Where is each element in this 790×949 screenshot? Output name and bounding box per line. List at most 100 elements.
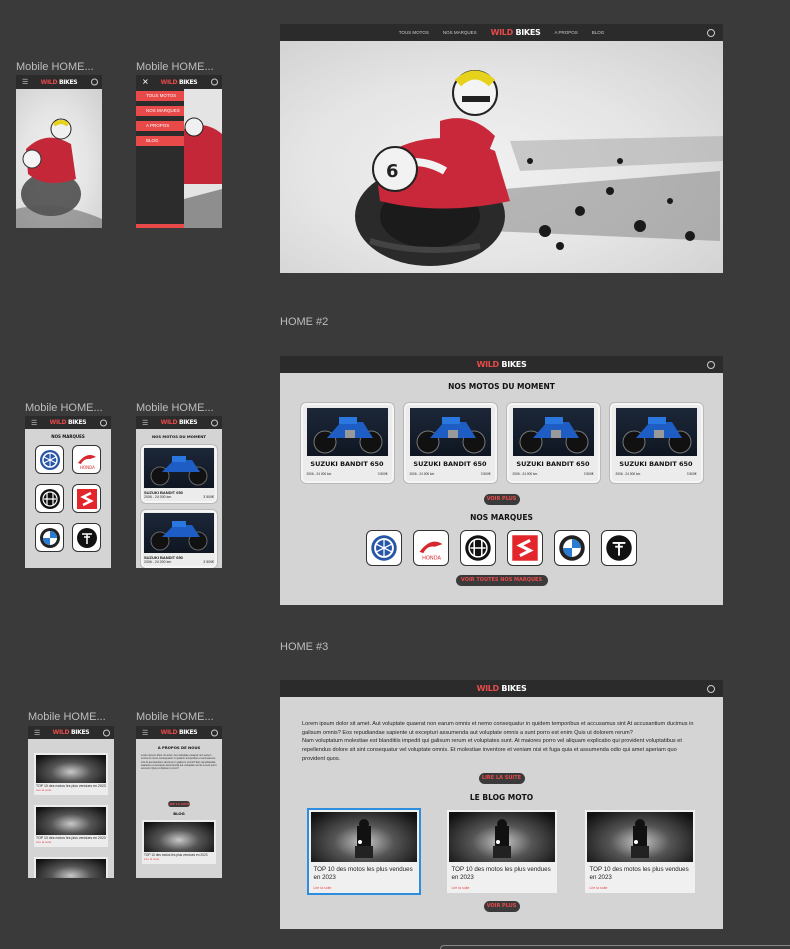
user-icon[interactable] (211, 729, 218, 736)
desktop-header: WILD BIKES (280, 356, 723, 373)
hero-image (16, 89, 102, 228)
moto-card[interactable]: SUZUKI BANDIT 650 2006 - 24 000 km 3 500€ (299, 402, 395, 484)
nav-link-motos[interactable]: TOUS MOTOS (399, 30, 429, 35)
blog-photo (448, 812, 555, 863)
nav-link-apropos[interactable]: A PROPOS (554, 30, 577, 35)
moto-name: SUZUKI BANDIT 650 (310, 460, 384, 468)
blog-link[interactable]: Lire la suite (314, 886, 414, 890)
moto-card[interactable]: SUZUKI BANDIT 650 2006 - 24 000 km 3 500€ (608, 402, 704, 484)
mobile-header: ☰ WILD BIKES (136, 416, 222, 429)
triumph-logo-icon[interactable] (72, 523, 101, 552)
voir-plus-blog-button[interactable]: VOIR PLUS (483, 901, 520, 913)
menu-icon[interactable]: ☰ (142, 729, 148, 737)
blog-card[interactable] (34, 857, 108, 878)
moto-photo (512, 408, 594, 456)
blog-card[interactable]: TOP 10 des motos les plus vendues en 202… (34, 753, 108, 795)
nav-link-blog[interactable]: BLOG (592, 30, 605, 35)
blog-link[interactable]: Lire la suite (36, 788, 106, 792)
blog-card[interactable]: TOP 10 des motos les plus vendues en 202… (446, 810, 557, 894)
blog-photo (310, 812, 417, 863)
honda-logo-icon[interactable]: HONDA (72, 445, 101, 474)
logo[interactable]: WILD BIKES (50, 419, 87, 426)
moto-card[interactable]: SUZUKI BANDIT 650 2006 - 24 000 km 3 500€ (140, 509, 218, 568)
user-icon[interactable] (211, 419, 218, 426)
blog-card[interactable]: TOP 10 des motos les plus vendues en 202… (34, 805, 108, 847)
mobile-frame-home1: ☰ WILD BIKES (16, 75, 102, 228)
desktop-frame-home1: TOUS MOTOS NOS MARQUES WILD BIKES A PROP… (280, 24, 723, 273)
moto-name: SUZUKI BANDIT 650 (413, 460, 487, 468)
moto-meta: 2006 - 24 000 km (409, 472, 435, 476)
menu-icon[interactable]: ☰ (34, 729, 40, 737)
blog-card[interactable]: TOP 10 des motos les plus vendues en 202… (142, 820, 216, 864)
user-icon[interactable] (707, 28, 715, 37)
bmw-logo-icon[interactable] (554, 530, 590, 566)
about-paragraph-2: Nam voluptatum molestiae est blanditiis … (302, 738, 682, 762)
menu-icon[interactable]: ☰ (22, 78, 28, 86)
blog-card[interactable]: TOP 10 des motos les plus vendues en 202… (584, 810, 695, 894)
menu-item-marques[interactable]: NOS MARQUES (136, 106, 184, 116)
lire-la-suite-button[interactable]: LIRE LA SUITE (478, 773, 525, 785)
moto-meta: 2006 - 24 000 km (144, 495, 172, 499)
logo[interactable]: WILD BIKES (477, 360, 527, 369)
blog-link[interactable]: Lire la suite (36, 840, 106, 844)
blog-link[interactable]: Lire la suite (590, 886, 690, 890)
logo[interactable]: WILD BIKES (41, 79, 78, 86)
blog-link[interactable]: Lire la suite (144, 857, 214, 861)
blog-photo (144, 822, 214, 852)
user-icon[interactable] (707, 684, 715, 693)
suzuki-logo-icon[interactable] (507, 530, 543, 566)
user-icon[interactable] (211, 78, 218, 86)
logo[interactable]: WILD BIKES (477, 684, 527, 693)
desktop-header: TOUS MOTOS NOS MARQUES WILD BIKES A PROP… (280, 24, 723, 41)
mobile-brand-grid: HONDA (25, 445, 111, 552)
moto-photo (306, 408, 388, 456)
moto-card[interactable]: SUZUKI BANDIT 650 2006 - 24 000 km 3 500€ (402, 402, 498, 484)
frame-label: Mobile HOME... (16, 61, 94, 73)
royal-enfield-logo-icon[interactable] (460, 530, 496, 566)
mobile-frame-about: ☰ WILD BIKES A PROPOS DE NOUS Lorem ipsu… (136, 726, 222, 878)
moto-meta: 2006 - 24 000 km (615, 472, 641, 476)
logo[interactable]: WILD BIKES (161, 419, 198, 426)
blog-photo (586, 812, 693, 863)
menu-icon[interactable]: ☰ (142, 419, 148, 427)
close-icon[interactable]: ✕ (142, 78, 149, 87)
blog-link[interactable]: Lire la suite (452, 886, 552, 890)
blog-title: TOP 10 des motos les plus vendues en 202… (313, 866, 413, 882)
menu-icon[interactable]: ☰ (31, 419, 37, 427)
user-icon[interactable] (707, 360, 715, 369)
royal-enfield-logo-icon[interactable] (35, 484, 64, 513)
logo[interactable]: WILD BIKES (161, 729, 198, 736)
frame-label: Mobile HOME... (136, 711, 214, 723)
bmw-logo-icon[interactable] (35, 523, 64, 552)
moto-card[interactable]: SUZUKI BANDIT 650 2006 - 24 000 km 3 500€ (140, 444, 218, 504)
moto-card[interactable]: SUZUKI BANDIT 650 2006 - 24 000 km 3 500€ (505, 402, 601, 484)
user-icon[interactable] (100, 419, 107, 426)
logo[interactable]: WILD BIKES (491, 28, 541, 37)
moto-price: 3 500€ (203, 495, 214, 499)
suzuki-logo-icon[interactable] (72, 484, 101, 513)
nav-link-marques[interactable]: NOS MARQUES (443, 30, 477, 35)
menu-item-motos[interactable]: TOUS MOTOS (136, 91, 184, 101)
logo[interactable]: WILD BIKES (53, 729, 90, 736)
horizontal-scrollbar[interactable] (440, 945, 790, 949)
blog-title: TOP 10 des motos les plus vendues en 202… (451, 866, 551, 882)
lire-la-suite-button[interactable]: LIRE LA SUITE (168, 801, 190, 807)
moto-card-row: SUZUKI BANDIT 650 2006 - 24 000 km 3 500€… (280, 402, 723, 484)
logo[interactable]: WILD BIKES (161, 79, 198, 86)
moto-price: 3 500€ (377, 472, 388, 476)
mobile-header: ☰ WILD BIKES (16, 75, 102, 89)
voir-plus-motos-button[interactable]: VOIR PLUS (483, 494, 520, 505)
triumph-logo-icon[interactable] (601, 530, 637, 566)
menu-item-apropos[interactable]: A PROPOS (136, 121, 184, 131)
blog-card-selected[interactable]: TOP 10 des motos les plus vendues en 202… (306, 808, 421, 896)
yamaha-logo-icon[interactable] (35, 445, 64, 474)
yamaha-logo-icon[interactable] (366, 530, 402, 566)
voir-toutes-marques-button[interactable]: VOIR TOUTES NOS MARQUES (455, 575, 548, 586)
section-label-home2: HOME #2 (280, 316, 329, 328)
user-icon[interactable] (103, 729, 110, 736)
mobile-header: ☰ WILD BIKES (28, 726, 114, 739)
honda-logo-icon[interactable]: HONDA (413, 530, 449, 566)
menu-item-blog[interactable]: BLOG (136, 136, 184, 146)
section-title: NOS MOTOS DU MOMENT (151, 434, 207, 439)
user-icon[interactable] (91, 78, 98, 86)
